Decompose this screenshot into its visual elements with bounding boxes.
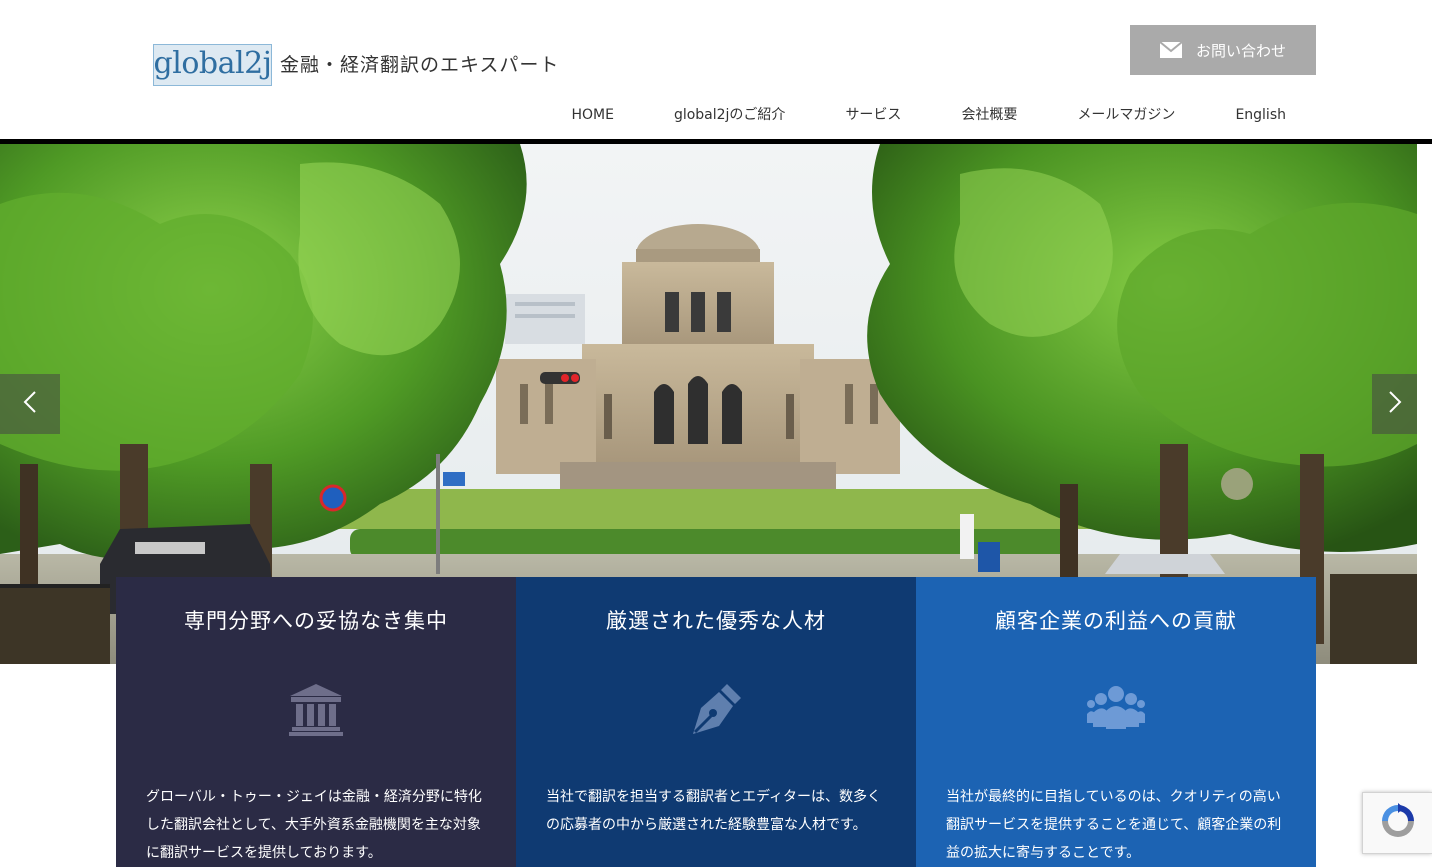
feature-description: 当社が最終的に目指しているのは、クオリティの高い翻訳サービスを提供することを通じ… — [946, 789, 1282, 861]
feature-columns: 専門分野への妥協なき集中 グローバル・トゥー・ジェイは金融・経済分野に特化した翻… — [116, 577, 1316, 867]
feature-title: 顧客企業の利益への貢献 — [995, 609, 1237, 633]
users-icon — [1086, 679, 1146, 739]
contact-button-label: お問い合わせ — [1195, 41, 1286, 60]
feature-contribution: 顧客企業の利益への貢献 当社が最終的に目指しているのは、クオリティの高い翻訳サー… — [916, 577, 1316, 867]
feature-title: 専門分野への妥協なき集中 — [184, 609, 448, 633]
bank-icon — [286, 679, 346, 739]
nav-item-home[interactable]: HOME — [571, 104, 613, 126]
feature-title: 厳選された優秀な人材 — [606, 609, 826, 633]
main-nav: HOME global2jのご紹介 サービス 会社概要 メールマガジン Engl… — [571, 104, 1286, 126]
site-tagline: 金融・経済翻訳のエキスパート — [280, 54, 560, 76]
nav-item-english[interactable]: English — [1235, 104, 1286, 126]
feature-description: 当社で翻訳を担当する翻訳者とエディターは、数多くの応募者の中から厳選された経験豊… — [546, 789, 882, 833]
site-logo[interactable]: global2j — [153, 44, 272, 86]
nav-item-company[interactable]: 会社概要 — [961, 104, 1017, 126]
slider-next-button[interactable] — [1372, 374, 1417, 434]
site-header: global2j 金融・経済翻訳のエキスパート お問い合わせ HOME glob… — [0, 0, 1432, 140]
chevron-right-icon — [1388, 391, 1402, 417]
slider-prev-button[interactable] — [0, 374, 60, 434]
contact-button[interactable]: お問い合わせ — [1130, 25, 1316, 75]
pen-nib-icon — [686, 679, 746, 739]
feature-description: グローバル・トゥー・ジェイは金融・経済分野に特化した翻訳会社として、大手外資系金… — [146, 789, 482, 861]
nav-item-newsletter[interactable]: メールマガジン — [1077, 104, 1175, 126]
recaptcha-badge[interactable] — [1362, 792, 1432, 854]
recaptcha-icon — [1379, 802, 1417, 844]
envelope-icon — [1159, 42, 1182, 58]
nav-item-about[interactable]: global2jのご紹介 — [674, 104, 786, 126]
feature-talent: 厳選された優秀な人材 当社で翻訳を担当する翻訳者とエディターは、数多くの応募者の… — [516, 577, 916, 867]
nav-item-services[interactable]: サービス — [845, 104, 901, 126]
chevron-left-icon — [23, 391, 37, 417]
feature-focus: 専門分野への妥協なき集中 グローバル・トゥー・ジェイは金融・経済分野に特化した翻… — [116, 577, 516, 867]
